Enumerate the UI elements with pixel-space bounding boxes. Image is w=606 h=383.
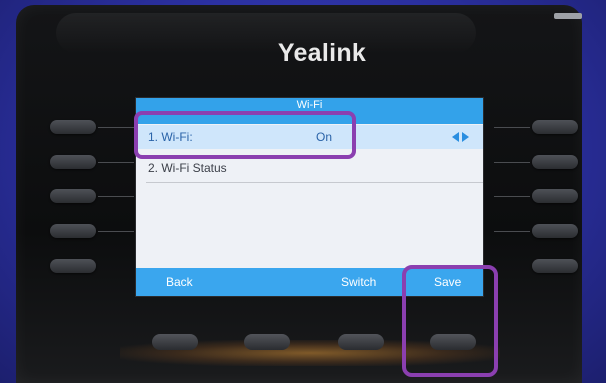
physical-softkey-3[interactable] bbox=[338, 334, 384, 350]
line-key-guide bbox=[98, 127, 134, 128]
line-key-guide bbox=[494, 231, 530, 232]
arrow-left-icon bbox=[452, 132, 459, 142]
line-key-guide bbox=[494, 127, 530, 128]
line-key-guide bbox=[98, 162, 134, 163]
line-key-left-5[interactable] bbox=[50, 259, 96, 273]
line-key-left-3[interactable] bbox=[50, 189, 96, 203]
physical-softkey-1[interactable] bbox=[152, 334, 198, 350]
divider bbox=[146, 182, 483, 183]
line-key-right-5[interactable] bbox=[532, 259, 578, 273]
line-key-left-2[interactable] bbox=[50, 155, 96, 169]
line-key-left-4[interactable] bbox=[50, 224, 96, 238]
line-key-right-3[interactable] bbox=[532, 189, 578, 203]
left-right-arrows-icon bbox=[452, 125, 469, 149]
line-key-guide bbox=[494, 162, 530, 163]
softkey-back[interactable]: Back bbox=[166, 275, 193, 289]
physical-softkey-2[interactable] bbox=[244, 334, 290, 350]
line-key-guide bbox=[98, 231, 134, 232]
line-key-right-2[interactable] bbox=[532, 155, 578, 169]
menu-item-label: 2. Wi-Fi Status bbox=[148, 161, 227, 175]
line-key-left-1[interactable] bbox=[50, 120, 96, 134]
line-key-right-1[interactable] bbox=[532, 120, 578, 134]
highlight-save-key bbox=[402, 265, 498, 377]
softkey-switch[interactable]: Switch bbox=[341, 275, 376, 289]
menu-item-wifi-status[interactable]: 2. Wi-Fi Status bbox=[136, 156, 483, 180]
phone-indicator bbox=[554, 13, 582, 19]
brand-logo: Yealink bbox=[277, 39, 367, 67]
line-key-right-4[interactable] bbox=[532, 224, 578, 238]
line-key-guide bbox=[98, 196, 134, 197]
line-key-guide bbox=[494, 196, 530, 197]
highlight-wifi-row bbox=[134, 111, 356, 159]
arrow-right-icon bbox=[462, 132, 469, 142]
